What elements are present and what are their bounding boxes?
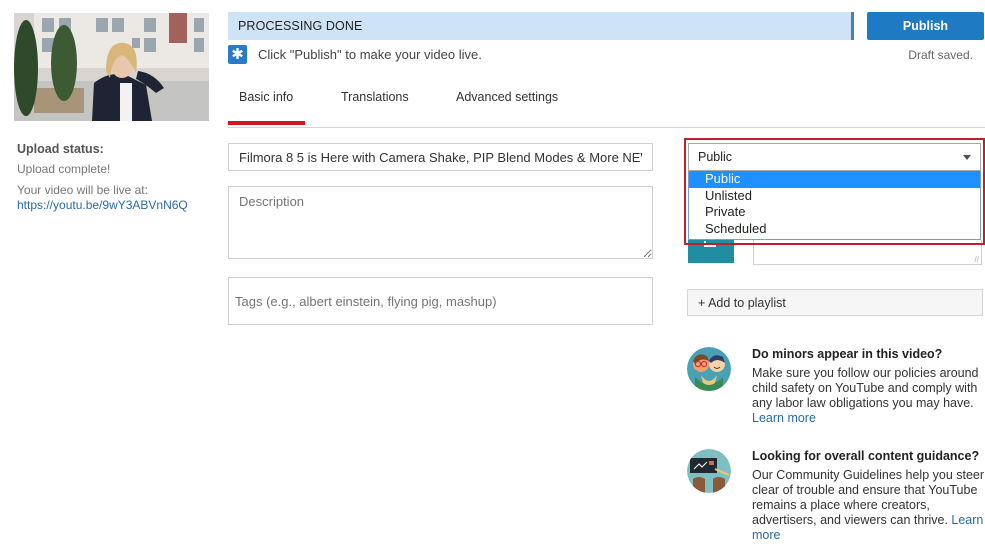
video-url-link[interactable]: https://youtu.be/9wY3ABVnN6Q: [17, 198, 212, 213]
tab-translations[interactable]: Translations: [341, 90, 409, 104]
draft-status: Draft saved.: [908, 48, 973, 62]
publish-button[interactable]: Publish: [867, 12, 984, 40]
processing-status-bar: PROCESSING DONE: [228, 12, 854, 40]
live-at-label: Your video will be live at:: [17, 183, 148, 197]
tab-basic-info[interactable]: Basic info: [227, 90, 306, 125]
classroom-icon: [687, 449, 731, 493]
children-icon: [687, 347, 731, 391]
description-input[interactable]: [228, 186, 653, 259]
guidance-info-heading: Looking for overall content guidance?: [752, 449, 980, 463]
minors-learn-more-link[interactable]: Learn more: [752, 411, 816, 425]
processing-status-text: PROCESSING DONE: [238, 19, 363, 33]
publish-hint: ✱ Click "Publish" to make your video liv…: [228, 45, 482, 64]
star-icon: ✱: [228, 45, 247, 64]
minors-info-body: Do minors appear in this video? Make sur…: [752, 347, 985, 426]
upload-status-value: Upload complete!: [17, 162, 111, 176]
guidance-info-text: Our Community Guidelines help you steer …: [752, 468, 985, 527]
title-input[interactable]: [228, 143, 653, 171]
upload-status-label: Upload status:: [17, 142, 104, 156]
tab-bar: Basic info Translations Advanced setting…: [227, 82, 985, 128]
annotation-highlight-box: [684, 138, 985, 245]
publish-hint-text: Click "Publish" to make your video live.: [258, 47, 482, 62]
thumbnail-image: [14, 13, 209, 121]
tab-advanced-settings[interactable]: Advanced settings: [456, 90, 558, 104]
add-to-playlist-button[interactable]: + Add to playlist: [687, 289, 983, 316]
tags-input[interactable]: [228, 277, 653, 325]
minors-info-text: Make sure you follow our policies around…: [752, 366, 979, 410]
guidance-info-body: Looking for overall content guidance? Ou…: [752, 449, 985, 543]
video-thumbnail[interactable]: [14, 13, 209, 121]
minors-info-heading: Do minors appear in this video?: [752, 347, 943, 361]
upload-status-panel: Upload status: Upload complete! Your vid…: [17, 142, 212, 213]
